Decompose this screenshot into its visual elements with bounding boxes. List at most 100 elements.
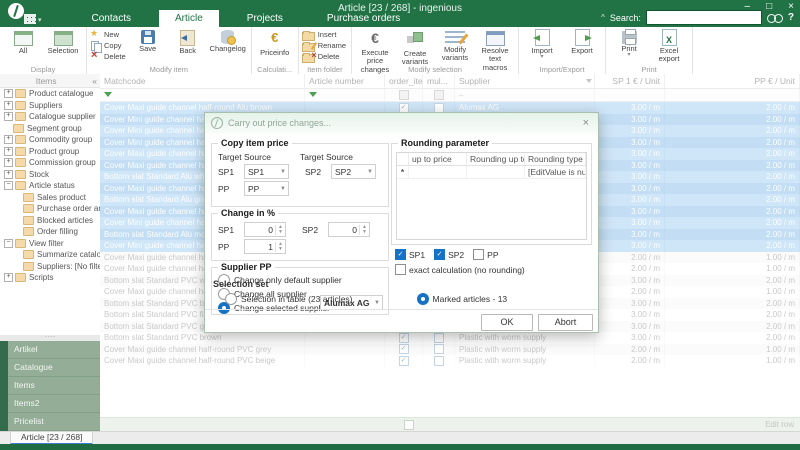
- tree-expander-icon[interactable]: +: [4, 112, 13, 121]
- tree-expander-icon[interactable]: −: [4, 239, 13, 248]
- dialog-close-icon[interactable]: ×: [580, 117, 592, 129]
- tree-item-sales-product[interactable]: Sales product: [0, 192, 100, 204]
- option-selection-in-table-23-articles[interactable]: Selection in table (23 articles): [225, 293, 353, 305]
- filter-dropdown-icon[interactable]: [586, 79, 592, 83]
- tree-item-stock[interactable]: +Stock: [0, 169, 100, 181]
- help-icon[interactable]: ?: [788, 12, 794, 23]
- tree-expander-icon[interactable]: +: [4, 135, 13, 144]
- ribbon-delete-button[interactable]: Delete: [302, 51, 346, 62]
- ribbon-modify-variants-button[interactable]: Modify variants: [436, 29, 474, 63]
- radio-icon[interactable]: [225, 293, 237, 305]
- tree-item-summarize-catalogue[interactable]: Summarize catalogue: [0, 249, 100, 261]
- exact-calculation-option[interactable]: exact calculation (no rounding): [395, 264, 525, 275]
- ribbon-delete-button[interactable]: Delete: [90, 51, 126, 62]
- sp1-change-spinner[interactable]: 0▲▼: [244, 222, 286, 237]
- sp1-source-combo[interactable]: SP1▼: [244, 164, 289, 179]
- tree-item-suppliers[interactable]: +Suppliers: [0, 100, 100, 112]
- checkbox-icon[interactable]: [434, 249, 445, 260]
- order-item-checkbox[interactable]: [399, 356, 409, 366]
- table-row[interactable]: Cover Maxi guide channel half-round PVC …: [100, 344, 800, 356]
- tree-expander-icon[interactable]: +: [4, 273, 13, 282]
- mul-checkbox[interactable]: [434, 333, 444, 343]
- tree-expander-icon[interactable]: +: [4, 147, 13, 156]
- panel-artikel[interactable]: Artikel: [8, 341, 100, 359]
- tree-item-purchase-order-article[interactable]: Purchase order article: [0, 203, 100, 215]
- checkbox-icon[interactable]: [395, 249, 406, 260]
- tree-item-segment-group[interactable]: Segment group: [0, 123, 100, 135]
- ribbon-rename-button[interactable]: Rename: [302, 40, 346, 51]
- filter-funnel-icon[interactable]: [309, 92, 317, 101]
- price-checkbox-sp1[interactable]: SP1: [395, 249, 425, 260]
- tree-item-product-group[interactable]: +Product group: [0, 146, 100, 158]
- ok-button[interactable]: OK: [481, 314, 533, 331]
- tree-expander-icon[interactable]: +: [4, 158, 13, 167]
- column-header-article-number[interactable]: Article number: [305, 74, 385, 88]
- tree-item-product-catalogue[interactable]: +Product catalogue: [0, 88, 100, 100]
- filter-checkbox[interactable]: [434, 90, 444, 100]
- panel-drag-handle[interactable]: [0, 335, 100, 341]
- tree-item-view-filter[interactable]: −View filter: [0, 238, 100, 250]
- radio-icon[interactable]: [417, 293, 429, 305]
- ribbon-changelog-button[interactable]: Changelog: [209, 29, 247, 53]
- panel-catalogue[interactable]: Catalogue: [8, 359, 100, 377]
- pp-source-combo[interactable]: PP▼: [244, 181, 289, 196]
- ribbon-create-variants-button[interactable]: Create variants: [396, 29, 434, 67]
- column-header-order-item[interactable]: order_item: [385, 74, 423, 88]
- tree-item-catalogue-supplier[interactable]: +Catalogue supplier: [0, 111, 100, 123]
- ribbon-export-button[interactable]: Export: [563, 29, 601, 55]
- tree-expander-icon[interactable]: +: [4, 89, 13, 98]
- table-row[interactable]: Bottom slat Standard PVC brownPlastic wi…: [100, 332, 800, 344]
- tree-item-scripts[interactable]: +Scripts: [0, 272, 100, 284]
- mul-checkbox[interactable]: [434, 356, 444, 366]
- sp2-source-combo[interactable]: SP2▼: [331, 164, 376, 179]
- sidebar-collapse-icon[interactable]: «: [92, 76, 97, 86]
- panel-pricelist[interactable]: Pricelist: [8, 413, 100, 431]
- tab-article[interactable]: Article: [159, 10, 219, 27]
- tree-item-commodity-group[interactable]: +Commodity group: [0, 134, 100, 146]
- order-item-checkbox[interactable]: [399, 344, 409, 354]
- column-header-sp1[interactable]: SP 1 € / Unit: [595, 74, 665, 88]
- price-checkbox-sp2[interactable]: SP2: [434, 249, 464, 260]
- quick-access-icon[interactable]: [24, 14, 36, 24]
- tab-purchase-orders[interactable]: Purchase orders: [311, 10, 416, 27]
- filter-funnel-icon[interactable]: [104, 92, 112, 101]
- edit-row-checkbox[interactable]: [404, 420, 414, 430]
- tree-item-article-status[interactable]: −Article status: [0, 180, 100, 192]
- tree-expander-icon[interactable]: +: [4, 170, 13, 179]
- rounding-grid-new-row[interactable]: * [EditValue is null]: [397, 166, 586, 179]
- column-header-matchcode[interactable]: Matchcode: [100, 74, 305, 88]
- supplier-filter-cell[interactable]: –: [455, 89, 595, 101]
- tab-contacts[interactable]: Contacts: [76, 10, 147, 27]
- tree-item-order-filling[interactable]: Order filling: [0, 226, 100, 238]
- mul-checkbox[interactable]: [434, 344, 444, 354]
- option-marked-articles-13[interactable]: Marked articles - 13: [417, 293, 508, 305]
- ribbon-all-button[interactable]: All: [4, 29, 42, 55]
- column-header-supplier[interactable]: Supplier: [455, 74, 595, 88]
- table-edit-row[interactable]: Edit row: [100, 417, 800, 431]
- tree-item-suppliers-no-filter[interactable]: Suppliers: [No filter]: [0, 261, 100, 273]
- ribbon-selection-button[interactable]: Selection: [44, 29, 82, 55]
- ribbon-back-button[interactable]: Back: [169, 29, 207, 55]
- ribbon-print-button[interactable]: Print▾: [610, 29, 648, 57]
- table-row[interactable]: Cover Maxi guide channel half-round PVC …: [100, 355, 800, 367]
- ribbon-import-button[interactable]: Import▾: [523, 29, 561, 59]
- filter-checkbox[interactable]: [399, 90, 409, 100]
- ribbon-priceinfo-button[interactable]: Priceinfo: [256, 29, 294, 57]
- column-header-mul[interactable]: mul...: [423, 74, 455, 88]
- tree-expander-icon[interactable]: +: [4, 101, 13, 110]
- tab-projects[interactable]: Projects: [231, 10, 299, 27]
- price-checkbox-pp[interactable]: PP: [473, 249, 498, 260]
- search-binoculars-icon[interactable]: [767, 13, 783, 23]
- order-item-checkbox[interactable]: [399, 333, 409, 343]
- column-header-pp[interactable]: PP € / Unit: [665, 74, 800, 88]
- panel-items[interactable]: Items: [8, 377, 100, 395]
- pp-change-spinner[interactable]: 1▲▼: [244, 239, 286, 254]
- rounding-grid[interactable]: up to price Rounding up to Rounding type…: [396, 152, 587, 240]
- checkbox-icon[interactable]: [473, 249, 484, 260]
- tree-item-blocked-articles[interactable]: Blocked articles: [0, 215, 100, 227]
- tree-expander-icon[interactable]: −: [4, 181, 13, 190]
- ribbon-insert-button[interactable]: Insert: [302, 29, 346, 40]
- ribbon-excel-export-button[interactable]: Excel export: [650, 29, 688, 64]
- dialog-titlebar[interactable]: Carry out price changes... ×: [205, 113, 598, 133]
- ribbon-save-button[interactable]: Save: [129, 29, 167, 53]
